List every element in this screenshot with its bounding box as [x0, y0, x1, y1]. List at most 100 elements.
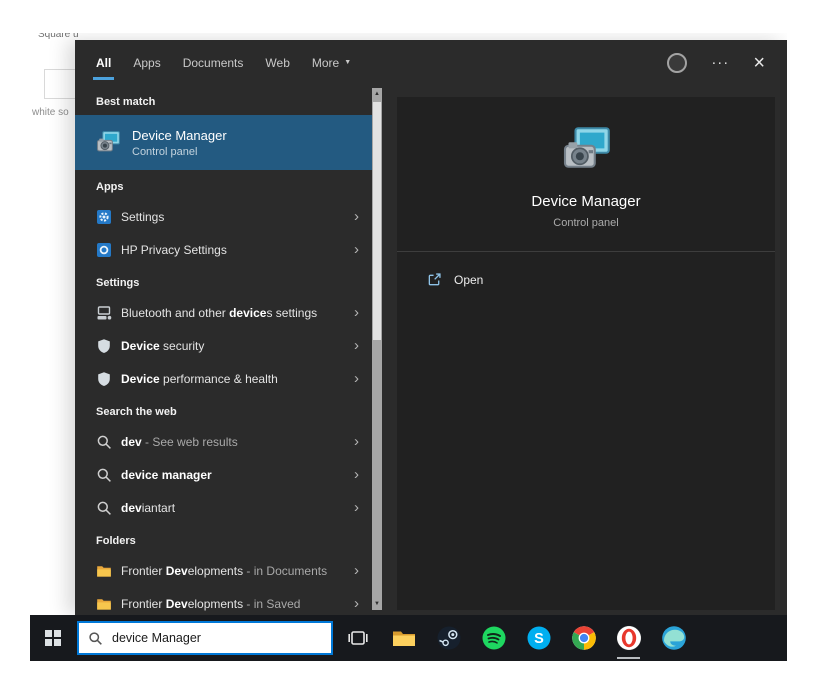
search-icon: [88, 631, 103, 646]
tab-label: Documents: [183, 56, 244, 70]
chrome-icon[interactable]: [561, 615, 606, 661]
result-item[interactable]: HP Privacy Settings›: [75, 233, 372, 266]
shield-icon: [96, 371, 112, 387]
results-sections: AppsSettings›HP Privacy Settings›Setting…: [75, 170, 372, 615]
taskbar: S: [30, 615, 787, 661]
windows-search-flyout: All Apps Documents Web More ▼ ··· × Best matc…: [75, 40, 787, 615]
chevron-right-icon[interactable]: ›: [354, 371, 362, 386]
best-match-result[interactable]: Device Manager Control panel: [75, 115, 372, 170]
section-header: Settings: [75, 266, 372, 296]
result-label: Device performance & health: [121, 372, 354, 386]
divider: [397, 251, 775, 252]
edge-icon[interactable]: [651, 615, 696, 661]
chevron-right-icon[interactable]: ›: [354, 467, 362, 482]
spotify-icon[interactable]: [471, 615, 516, 661]
best-match-title: Device Manager: [132, 128, 227, 143]
device-manager-icon: [94, 129, 122, 157]
preview-title: Device Manager: [397, 193, 775, 210]
scroll-down-icon[interactable]: ▼: [372, 598, 382, 610]
taskbar-search-box[interactable]: [77, 621, 333, 655]
result-item[interactable]: deviantart›: [75, 491, 372, 524]
section-header: Apps: [75, 170, 372, 200]
devices-icon: [96, 305, 112, 321]
tab-web[interactable]: Web: [265, 40, 289, 85]
best-match-subtitle: Control panel: [132, 146, 227, 158]
tab-label: Apps: [133, 56, 160, 70]
file-explorer-icon[interactable]: [381, 615, 426, 661]
svg-text:S: S: [534, 631, 544, 647]
section-header: Search the web: [75, 395, 372, 425]
search-icon: [96, 500, 112, 516]
result-label: Device security: [121, 339, 354, 353]
result-item[interactable]: dev - See web results›: [75, 425, 372, 458]
tab-apps[interactable]: Apps: [133, 40, 160, 85]
close-icon[interactable]: ×: [753, 53, 765, 73]
skype-icon[interactable]: S: [516, 615, 561, 661]
results-scrollbar[interactable]: ▲ ▼: [372, 88, 382, 610]
open-action[interactable]: Open: [397, 272, 775, 287]
shield-icon: [96, 338, 112, 354]
result-item[interactable]: Bluetooth and other devices settings›: [75, 296, 372, 329]
chevron-right-icon[interactable]: ›: [354, 242, 362, 257]
account-avatar[interactable]: [667, 53, 687, 73]
pinned-apps: S: [381, 615, 696, 661]
result-item[interactable]: device manager›: [75, 458, 372, 491]
result-item[interactable]: Device security›: [75, 329, 372, 362]
result-label: device manager: [121, 468, 354, 482]
open-label: Open: [454, 273, 483, 287]
tab-label: All: [96, 56, 111, 70]
result-label: Bluetooth and other devices settings: [121, 306, 354, 320]
best-match-text: Device Manager Control panel: [132, 128, 227, 158]
search-tab-bar: All Apps Documents Web More ▼ ··· ×: [75, 40, 787, 85]
steam-icon[interactable]: [426, 615, 471, 661]
folder-icon: [96, 563, 112, 579]
search-icon: [96, 434, 112, 450]
background-text-fragment: Square u: [38, 33, 79, 40]
result-label: dev - See web results: [121, 435, 354, 449]
start-button[interactable]: [30, 615, 76, 661]
search-results-panel: Best match Device Manager Control panel …: [75, 85, 372, 615]
result-label: deviantart: [121, 501, 354, 515]
open-icon: [427, 272, 442, 287]
chevron-right-icon[interactable]: ›: [354, 563, 362, 578]
windows-logo-icon: [45, 630, 61, 646]
tab-more[interactable]: More ▼: [312, 40, 351, 85]
tab-all[interactable]: All: [96, 40, 111, 85]
result-label: Frontier Developments - in Saved: [121, 597, 354, 611]
chevron-right-icon[interactable]: ›: [354, 434, 362, 449]
dropdown-arrow-icon: ▼: [344, 59, 351, 66]
chevron-right-icon[interactable]: ›: [354, 305, 362, 320]
chevron-right-icon[interactable]: ›: [354, 209, 362, 224]
result-item[interactable]: Frontier Developments - in Documents›: [75, 554, 372, 587]
device-manager-icon-large: [558, 123, 614, 179]
hp-privacy-icon: [96, 242, 112, 258]
result-item[interactable]: Device performance & health›: [75, 362, 372, 395]
tab-label: Web: [265, 56, 289, 70]
settings-app-icon: [96, 209, 112, 225]
folder-icon: [96, 596, 112, 612]
opera-icon[interactable]: [606, 615, 651, 661]
result-label: HP Privacy Settings: [121, 243, 354, 257]
chevron-right-icon[interactable]: ›: [354, 596, 362, 611]
section-header: Folders: [75, 524, 372, 554]
task-view-button[interactable]: [338, 615, 378, 661]
section-header-best-match: Best match: [75, 85, 372, 115]
tab-label: More: [312, 56, 339, 70]
taskbar-search-input[interactable]: [112, 631, 322, 645]
scrollbar-thumb[interactable]: [373, 102, 381, 340]
preview-subtitle: Control panel: [397, 217, 775, 229]
chevron-right-icon[interactable]: ›: [354, 338, 362, 353]
tab-documents[interactable]: Documents: [183, 40, 244, 85]
result-item[interactable]: Settings›: [75, 200, 372, 233]
result-item[interactable]: Frontier Developments - in Saved›: [75, 587, 372, 615]
screenshot: Square u white so All Apps Documents Web Mor…: [30, 33, 787, 661]
scroll-up-icon[interactable]: ▲: [372, 88, 382, 100]
result-label: Settings: [121, 210, 354, 224]
chevron-right-icon[interactable]: ›: [354, 500, 362, 515]
result-label: Frontier Developments - in Documents: [121, 564, 354, 578]
background-text-fragment: white so: [32, 107, 69, 118]
running-indicator: [617, 657, 640, 659]
more-options-icon[interactable]: ···: [711, 55, 729, 70]
search-icon: [96, 467, 112, 483]
tab-bar-actions: ··· ×: [667, 40, 787, 85]
